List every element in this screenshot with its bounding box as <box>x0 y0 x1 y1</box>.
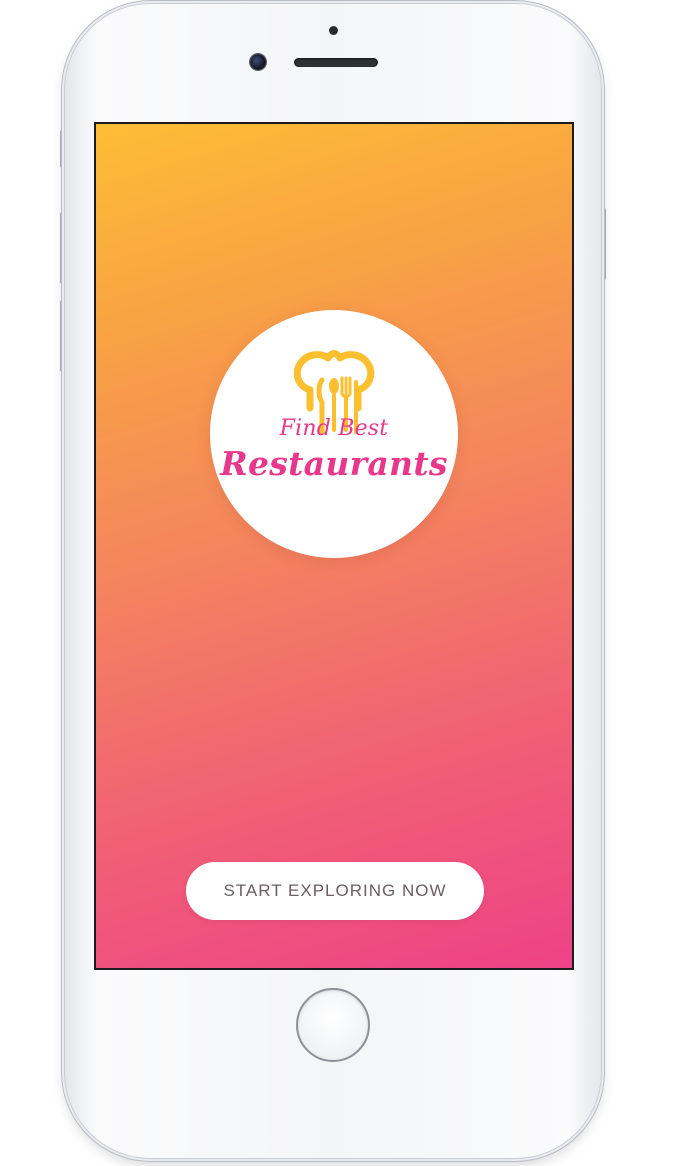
app-screen: Find Best Restaurants START EXPLORING NO… <box>94 122 574 970</box>
stage: Find Best Restaurants START EXPLORING NO… <box>0 0 680 1166</box>
home-button[interactable] <box>296 988 370 1062</box>
start-exploring-button[interactable]: START EXPLORING NOW <box>186 862 484 920</box>
front-camera-icon <box>250 54 266 70</box>
app-logo: Find Best Restaurants <box>210 310 458 558</box>
power-button <box>601 208 606 280</box>
earpiece-speaker <box>294 58 378 67</box>
proximity-sensor <box>329 26 338 35</box>
logo-text-restaurants: Restaurants <box>220 444 448 483</box>
logo-text-find-best: Find Best <box>279 416 389 441</box>
